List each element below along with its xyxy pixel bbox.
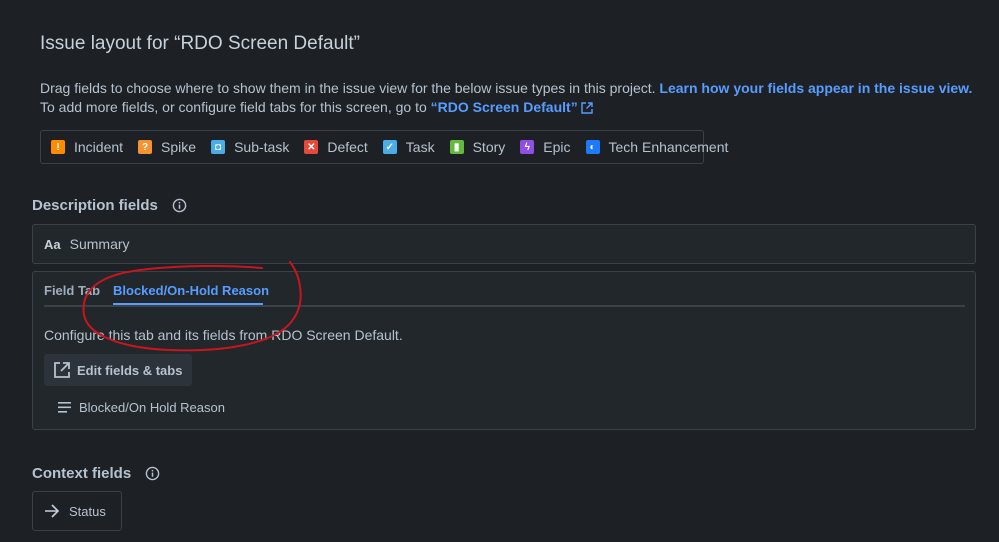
epic-icon: ϟ <box>520 140 535 154</box>
issue-type-spike: ? Spike <box>138 139 196 155</box>
issue-type-sub-task: ◘ Sub-task <box>211 139 289 155</box>
issue-type-label: Sub-task <box>234 139 290 155</box>
issue-type-label: Defect <box>327 139 368 155</box>
incident-icon: ! <box>51 140 65 154</box>
issue-type-label: Story <box>472 139 506 155</box>
story-icon: ▮ <box>449 140 464 154</box>
summary-label: Summary <box>69 236 130 252</box>
external-link-icon <box>54 362 70 378</box>
task-icon: ✓ <box>382 140 397 154</box>
issue-type-incident: ! Incident <box>51 139 123 155</box>
subtask-icon: ◘ <box>211 140 226 154</box>
description-fields-heading: Description fields <box>32 197 187 214</box>
active-tab-indicator <box>113 303 263 305</box>
defect-icon: ✕ <box>304 140 319 154</box>
issue-type-story: ▮ Story <box>449 139 506 155</box>
issue-type-label: Incident <box>74 139 124 155</box>
description-text-1: Drag fields to choose where to show them… <box>40 80 660 96</box>
issue-types-list: ! Incident? Spike ◘ Sub-task ✕ Defect ✓ Task ▮ Sto… <box>40 130 728 164</box>
tech-enhancement-icon: ◐ <box>585 140 600 154</box>
info-icon[interactable] <box>145 466 160 481</box>
page-description: Drag fields to choose where to show them… <box>40 79 972 117</box>
text-field-icon: Aa <box>44 236 61 252</box>
issue-type-epic: ϟ Epic <box>520 139 571 155</box>
issue-type-defect: ✕ Defect <box>304 139 368 155</box>
tab-bar: Field Tab Blocked/On-Hold Reason <box>44 272 965 307</box>
spike-icon: ? <box>138 140 153 154</box>
issue-type-label: Task <box>405 139 435 155</box>
issue-type-task: ✓ Task <box>382 139 435 155</box>
issue-type-label: Epic <box>543 139 571 155</box>
context-fields-heading: Context fields <box>32 465 160 482</box>
arrow-right-icon <box>45 504 60 518</box>
blocked-reason-field[interactable]: Blocked/On Hold Reason <box>58 400 225 415</box>
edit-fields-tabs-button[interactable]: Edit fields & tabs <box>44 354 193 386</box>
issue-type-label: Spike <box>161 139 197 155</box>
description-text-2: To add more fields, or configure field t… <box>40 99 431 115</box>
summary-field[interactable]: Aa Summary <box>32 224 976 264</box>
issue-type-label: Tech Enhancement <box>608 139 729 155</box>
issue-type-tech-enhancement: ◐ Tech Enhancement <box>585 139 729 155</box>
rdo-screen-link[interactable]: “RDO Screen Default” <box>431 99 593 115</box>
external-link-icon <box>581 102 593 114</box>
field-tabs-panel: Field Tab Blocked/On-Hold Reason Configu… <box>32 271 976 430</box>
tab-blocked-on-hold-reason[interactable]: Blocked/On-Hold Reason <box>113 283 269 298</box>
tab-config-text: Configure this tab and its fields from R… <box>44 327 403 343</box>
paragraph-icon <box>58 402 71 413</box>
info-icon[interactable] <box>172 198 187 213</box>
status-field[interactable]: Status <box>32 491 122 531</box>
page-title: Issue layout for “RDO Screen Default” <box>40 33 360 54</box>
tab-field-tab[interactable]: Field Tab <box>44 283 100 298</box>
learn-fields-link[interactable]: Learn how your fields appear in the issu… <box>659 80 972 96</box>
